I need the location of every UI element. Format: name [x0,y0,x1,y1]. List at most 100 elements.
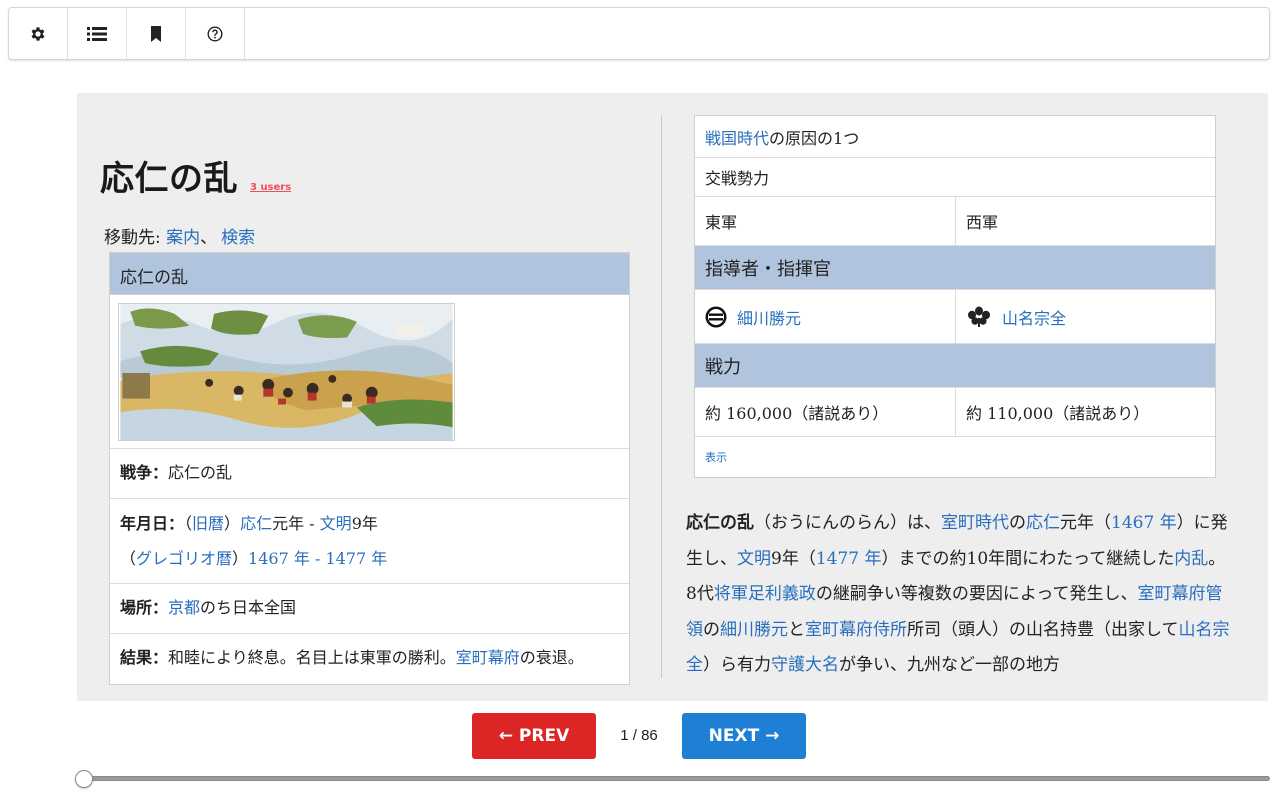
result-label: 結果： [120,648,169,667]
link-muromachi-period[interactable]: 室町時代 [941,513,1009,533]
text: 所司（頭人）の山名持豊（出家して [907,619,1179,640]
link-1467-year[interactable]: 1467 年 [1111,513,1177,533]
commanders-row: 細川勝元 山名宗全 [695,290,1215,344]
link-kyoto[interactable]: 京都 [168,598,200,617]
book-page: 応仁の乱 3 users 移動先: 案内、 検索 応仁の乱 戦争：応仁の乱 年月… [77,93,1268,701]
paren: ） [232,549,249,568]
show-link[interactable]: 表示 [705,449,727,465]
text: が争い、九州など一部の地方 [839,655,1060,675]
page-counter: 1 / 86 [620,727,658,744]
page-title: 応仁の乱 [100,159,238,199]
gear-icon [31,26,45,41]
list-icon [87,26,107,41]
link-hosokawa[interactable]: 細川勝元 [720,620,788,640]
link-onin[interactable]: 応仁 [240,514,272,533]
infobox-image-cell [110,295,629,449]
bold-term: 応仁の乱 [686,513,754,533]
link-bunmei[interactable]: 文明 [320,514,352,533]
belligerents-label: 交戦勢力 [705,169,770,188]
text: の [703,619,720,640]
strength-header: 戦力 [705,356,741,378]
page-slider-track[interactable] [84,776,1270,781]
commanders-header: 指導者・指揮官 [705,258,831,280]
link-shugo-daimyo[interactable]: 守護大名 [771,655,839,675]
help-button[interactable] [186,8,245,59]
paren: （ [120,549,137,568]
sides-row: 東軍 西軍 [695,197,1215,246]
toc-button[interactable] [68,8,127,59]
right-column: 戦国時代 の原因の1つ 交戦勢力 東軍 西軍 指導者・指揮官 細川勝元 山名宗全… [677,93,1268,701]
text: の継嗣争い等複数の要因によって発生し、 [815,584,1138,604]
battle-painting-image[interactable] [118,303,455,441]
page-slider-thumb[interactable] [75,770,93,788]
result-row: 結果：和睦により終息。名目上は東軍の勝利。室町幕府の衰退。 [110,634,629,684]
date-text: 元年 - [272,514,320,533]
link-samurai-dokoro[interactable]: 室町幕府侍所 [805,620,907,640]
west-army: 西軍 [955,197,1215,245]
east-army: 東軍 [705,213,738,232]
jump-to-label: 移動先: [104,228,167,248]
text: ）ら有力 [703,655,771,675]
war-infobox: 応仁の乱 戦争：応仁の乱 年月日：（旧暦）応仁元年 - 文明9年 （グレゴリオ暦… [109,252,630,685]
link-muromachi-bakufu[interactable]: 室町幕府 [456,648,520,667]
link-sengoku[interactable]: 戦国時代 [705,125,769,149]
war-value: 応仁の乱 [168,463,233,482]
hosokawa-crest-icon [705,306,727,327]
belligerents-row: 交戦勢力 [695,158,1215,197]
title-row: 応仁の乱 3 users [100,151,291,200]
nav-link-guide[interactable]: 案内 [166,228,200,248]
text: 9年（ [771,548,816,569]
prev-button[interactable]: ← PREV [472,713,596,759]
strength-row: 約 160,000（諸説あり） 約 110,000（諸説あり） [695,388,1215,437]
bookmark-button[interactable] [127,8,186,59]
link-1467[interactable]: 1467 年 [248,549,310,568]
link-1477[interactable]: 1477 年 [325,549,387,568]
infobox-header: 応仁の乱 [110,253,629,295]
help-icon [207,25,223,42]
left-column: 応仁の乱 3 users 移動先: 案内、 検索 応仁の乱 戦争：応仁の乱 年月… [77,93,660,701]
west-strength: 約 110,000（諸説あり） [955,388,1215,436]
text: （おうにんのらん）は、 [754,513,941,533]
intro-paragraph: 応仁の乱（おうにんのらん）は、室町時代の応仁元年（1467 年）に発生し、文明9… [686,506,1231,684]
link-shogun[interactable]: 将軍 [714,584,748,604]
commanders-header-row: 指導者・指揮官 [695,246,1215,290]
nav-link-search[interactable]: 検索 [221,228,255,248]
text: ）までの約10年間にわたって継続した [881,548,1175,569]
link-civil-war[interactable]: 内乱 [1174,549,1208,569]
users-link[interactable]: 3 users [250,182,291,193]
show-row: 表示 [695,437,1215,477]
link-gregorian[interactable]: グレゴリオ暦 [136,549,232,568]
date-dash: - [309,549,326,568]
cause-row: 戦国時代 の原因の1つ [695,116,1215,158]
link-kyureki[interactable]: 旧暦 [192,514,224,533]
link-ashikaga-yoshimasa[interactable]: 足利義政 [748,584,816,604]
place-rest: のち日本全国 [200,598,297,617]
link-hosokawa-katsumoto[interactable]: 細川勝元 [737,305,801,329]
paren: （ [184,514,193,533]
nav-separator: 、 [200,228,218,248]
text: 元年（ [1060,513,1111,533]
result-text: 和睦により終息。名目上は東軍の勝利。 [168,648,456,667]
strength-header-row: 戦力 [695,344,1215,388]
date-text: 9年 [351,514,378,533]
war-row: 戦争：応仁の乱 [110,449,629,499]
date-label: 年月日： [120,514,185,533]
paren: ） [224,514,241,533]
settings-button[interactable] [9,8,68,59]
yamana-crest-icon [968,306,990,327]
belligerents-infobox: 戦国時代 の原因の1つ 交戦勢力 東軍 西軍 指導者・指揮官 細川勝元 山名宗全… [694,115,1216,478]
bookmark-icon [151,25,161,42]
text: の [1009,513,1026,533]
link-1477-year[interactable]: 1477 年 [816,549,882,569]
next-button[interactable]: NEXT → [682,713,806,759]
text: と [788,619,805,640]
link-onin-era[interactable]: 応仁 [1026,513,1060,533]
east-strength: 約 160,000（諸説あり） [705,404,889,423]
war-label: 戦争： [120,463,169,482]
link-yamana-sozen[interactable]: 山名宗全 [1002,305,1066,329]
toolbar [8,7,1270,60]
place-label: 場所： [120,598,169,617]
link-bunmei-era[interactable]: 文明 [737,549,771,569]
column-divider [661,115,662,678]
jump-to-line: 移動先: 案内、 検索 [104,223,255,248]
